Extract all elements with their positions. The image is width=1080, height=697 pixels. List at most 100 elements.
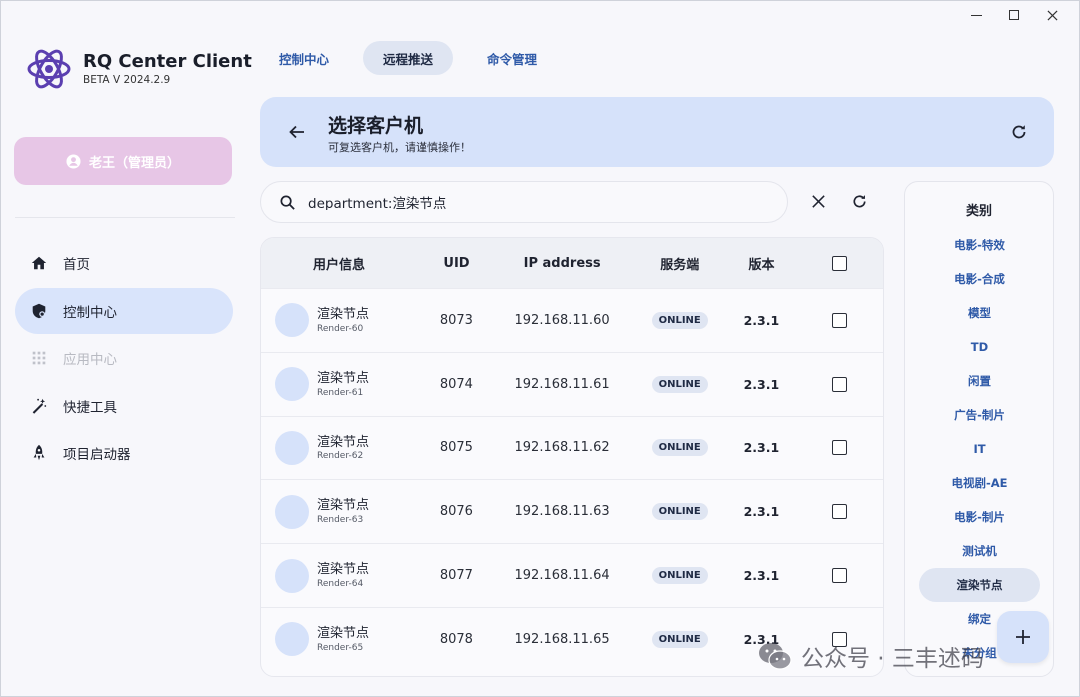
wechat-icon [759, 643, 792, 670]
table-row[interactable]: 渲染节点 Render-64 8077 192.168.11.64 ONLINE … [261, 543, 883, 607]
watermark-text: 公众号 · 三丰述码 [801, 646, 984, 672]
row-checkbox[interactable] [831, 440, 847, 456]
category-item[interactable]: 电影-制片 [919, 500, 1040, 534]
row-name: 渲染节点 [317, 562, 370, 578]
sidebar-item-label: 应用中心 [63, 352, 117, 368]
status-badge: ONLINE [651, 311, 708, 329]
search-input[interactable] [308, 194, 748, 210]
refresh-icon[interactable] [1010, 123, 1028, 141]
category-item[interactable]: 测试机 [919, 534, 1040, 568]
status-badge: ONLINE [651, 567, 708, 585]
row-checkbox[interactable] [831, 312, 847, 328]
watermark: 公众号 · 三丰述码 [757, 639, 984, 673]
row-uid: 8075 [439, 440, 473, 456]
tab-command-management[interactable]: 命令管理 [467, 41, 557, 75]
category-item[interactable]: 电视剧-AE [919, 466, 1040, 500]
minimize-icon [970, 14, 982, 16]
row-name: 渲染节点 [317, 498, 370, 514]
category-item-active[interactable]: 渲染节点 [919, 568, 1040, 602]
row-ip: 192.168.11.65 [514, 631, 610, 647]
add-button[interactable] [997, 611, 1049, 663]
row-uid: 8073 [439, 312, 473, 328]
row-uid: 8078 [439, 631, 473, 647]
tab-remote-push[interactable]: 远程推送 [363, 41, 454, 75]
category-title: 类别 [965, 204, 992, 219]
row-checkbox[interactable] [831, 504, 847, 520]
sidebar-item-quick-tools[interactable]: 快捷工具 [15, 383, 233, 429]
category-item[interactable]: TD [919, 330, 1040, 364]
category-item[interactable]: IT [919, 432, 1040, 466]
row-uid: 8076 [439, 504, 473, 520]
row-name: 渲染节点 [317, 625, 370, 641]
sidebar-nav: 首页 控制中心 应用中心 快捷工具 项目启动器 [15, 240, 233, 478]
header-uid: UID [443, 255, 470, 271]
row-checkbox[interactable] [831, 568, 847, 584]
table-row[interactable]: 渲染节点 Render-61 8074 192.168.11.61 ONLINE … [261, 351, 883, 416]
avatar [275, 430, 309, 465]
sidebar-item-control-center[interactable]: 控制中心 [15, 287, 233, 334]
select-all-checkbox[interactable] [831, 255, 847, 271]
sidebar-divider [15, 217, 235, 218]
avatar [275, 622, 309, 657]
app-version: BETA V 2024.2.9 [83, 74, 171, 86]
row-host: Render-60 [317, 323, 364, 334]
row-host: Render-62 [317, 451, 364, 462]
user-account-button[interactable]: 老王（管理员） [14, 137, 232, 185]
app-window: RQ Center Client BETA V 2024.2.9 老王（管理员）… [0, 0, 1080, 697]
row-uid: 8077 [439, 568, 473, 584]
sidebar-item-app-center[interactable]: 应用中心 [15, 335, 233, 381]
category-item[interactable]: 电影-特效 [919, 228, 1040, 262]
row-version: 2.3.1 [743, 312, 780, 328]
sidebar-item-label: 控制中心 [63, 304, 117, 321]
row-name: 渲染节点 [317, 370, 370, 386]
status-badge: ONLINE [651, 439, 708, 457]
row-version: 2.3.1 [743, 376, 780, 392]
maximize-button[interactable] [995, 5, 1033, 25]
header-version: 版本 [748, 257, 775, 273]
close-icon [1046, 9, 1058, 21]
app-title: RQ Center Client [83, 51, 252, 72]
avatar [275, 303, 309, 338]
table-header: 用户信息 UID IP address 服务端 版本 [261, 238, 883, 288]
sidebar-item-home[interactable]: 首页 [15, 240, 233, 286]
row-ip: 192.168.11.63 [514, 504, 610, 520]
row-version: 2.3.1 [743, 440, 780, 456]
minimize-button[interactable] [957, 5, 995, 25]
magic-wand-icon [29, 396, 49, 416]
row-name: 渲染节点 [317, 306, 370, 322]
header-service: 服务端 [660, 257, 700, 273]
app-logo-icon [27, 49, 71, 89]
tab-control-center[interactable]: 控制中心 [259, 41, 349, 75]
row-checkbox[interactable] [831, 376, 847, 392]
row-host: Render-64 [317, 579, 364, 590]
sidebar-item-label: 首页 [63, 257, 90, 273]
table-row[interactable]: 渲染节点 Render-63 8076 192.168.11.63 ONLINE … [261, 479, 883, 543]
row-host: Render-63 [317, 515, 364, 526]
row-host: Render-65 [317, 642, 364, 653]
client-table: 用户信息 UID IP address 服务端 版本 渲染节点 Render-60… [260, 237, 884, 677]
avatar [275, 367, 309, 402]
sidebar-item-label: 项目启动器 [63, 447, 131, 463]
avatar [275, 494, 309, 529]
category-list: 电影-特效 电影-合成 模型 TD 闲置 广告-制片 IT 电视剧-AE 电影-… [919, 228, 1040, 670]
category-item[interactable]: 模型 [919, 296, 1040, 330]
category-item[interactable]: 广告-制片 [919, 398, 1040, 432]
row-name: 渲染节点 [317, 434, 370, 450]
clear-search-icon[interactable] [810, 193, 827, 210]
back-arrow-icon[interactable] [288, 123, 306, 141]
close-window-button[interactable] [1033, 5, 1071, 25]
window-controls [957, 5, 1071, 25]
sidebar-item-project-launcher[interactable]: 项目启动器 [15, 430, 233, 476]
table-row[interactable]: 渲染节点 Render-62 8075 192.168.11.62 ONLINE … [261, 415, 883, 480]
page-subtitle: 可复选客户机，请谨慎操作！ [328, 141, 471, 154]
status-badge: ONLINE [651, 503, 708, 521]
shield-icon [29, 301, 49, 321]
category-item[interactable]: 闲置 [919, 364, 1040, 398]
maximize-icon [1009, 10, 1019, 20]
search-refresh-icon[interactable] [851, 193, 868, 210]
table-row[interactable]: 渲染节点 Render-60 8073 192.168.11.60 ONLINE … [261, 288, 883, 352]
category-item[interactable]: 电影-合成 [919, 262, 1040, 296]
sidebar-item-label: 快捷工具 [63, 399, 117, 416]
app-name-bold: RQ Center [83, 51, 187, 72]
search-bar [260, 181, 788, 223]
